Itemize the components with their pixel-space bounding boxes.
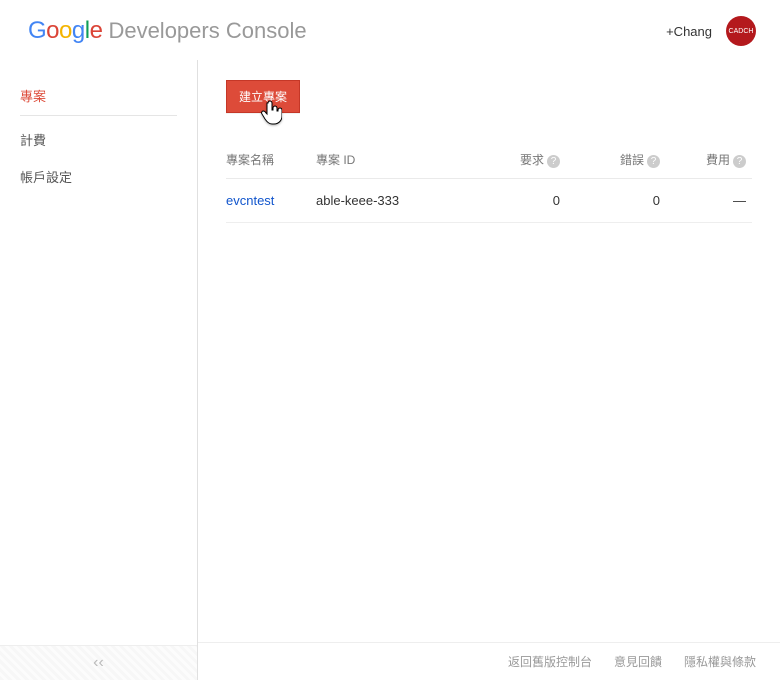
avatar[interactable]: CADCH [726, 16, 756, 46]
col-header-id: 專案 ID [316, 141, 466, 179]
user-name-link[interactable]: +Chang [666, 24, 712, 39]
header-right: +Chang CADCH [666, 16, 756, 46]
help-icon[interactable]: ? [647, 155, 660, 168]
project-id-cell: able-keee-333 [316, 179, 466, 223]
errors-cell: 0 [566, 179, 666, 223]
sidebar: 專案 計費 帳戶設定 ‹‹ [0, 60, 198, 680]
header: Google Developers Console +Chang CADCH [0, 0, 780, 60]
footer-link-feedback[interactable]: 意見回饋 [614, 653, 662, 670]
sidebar-item-label: 帳戶設定 [20, 170, 72, 185]
footer-link-old-console[interactable]: 返回舊版控制台 [508, 653, 592, 670]
google-logo[interactable]: Google [28, 17, 102, 45]
header-left: Google Developers Console [28, 17, 307, 45]
sidebar-item-account-settings[interactable]: 帳戶設定 [20, 159, 177, 196]
footer-link-privacy-terms[interactable]: 隱私權與條款 [684, 653, 756, 670]
sidebar-item-billing[interactable]: 計費 [20, 122, 177, 159]
help-icon[interactable]: ? [733, 155, 746, 168]
col-header-requests: 要求? [466, 141, 566, 179]
help-icon[interactable]: ? [547, 155, 560, 168]
project-name-link[interactable]: evcntest [226, 193, 274, 208]
create-project-button[interactable]: 建立專案 [226, 80, 300, 113]
sidebar-item-projects[interactable]: 專案 [20, 78, 177, 116]
requests-cell: 0 [466, 179, 566, 223]
sidebar-collapse-button[interactable]: ‹‹ [0, 645, 197, 680]
cost-cell: — [666, 179, 752, 223]
col-header-name: 專案名稱 [226, 141, 316, 179]
col-header-errors: 錯誤? [566, 141, 666, 179]
projects-table: 專案名稱 專案 ID 要求? 錯誤? 費用? evcntest able-kee… [226, 141, 752, 223]
table-header-row: 專案名稱 專案 ID 要求? 錯誤? 費用? [226, 141, 752, 179]
sidebar-item-label: 計費 [20, 133, 46, 148]
col-header-cost: 費用? [666, 141, 752, 179]
sidebar-item-label: 專案 [20, 89, 46, 104]
console-title: Developers Console [108, 18, 306, 44]
chevron-left-icon: ‹‹ [93, 654, 104, 671]
table-row: evcntest able-keee-333 0 0 — [226, 179, 752, 223]
main-content: 建立專案 專案名稱 專案 ID 要求? 錯誤? 費用? evcntest abl… [198, 60, 780, 680]
footer: 返回舊版控制台 意見回饋 隱私權與條款 [198, 642, 780, 680]
